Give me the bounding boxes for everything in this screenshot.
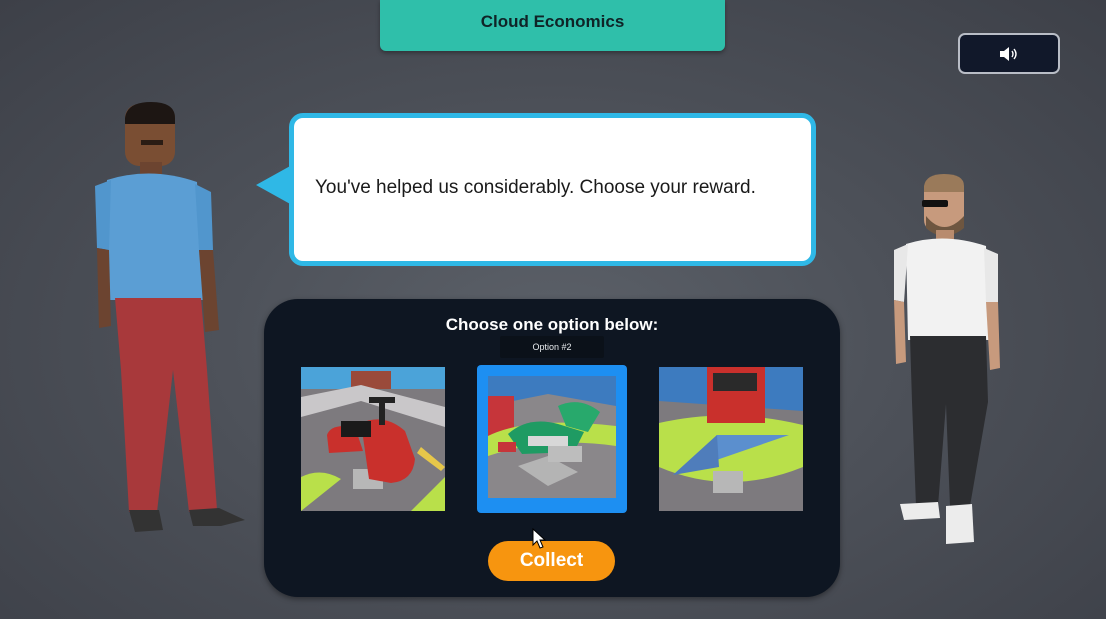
reward-option-2[interactable]	[477, 365, 627, 513]
speech-box: You've helped us considerably. Choose yo…	[289, 113, 816, 266]
title-tab: Cloud Economics	[380, 0, 725, 51]
sound-button[interactable]	[958, 33, 1060, 74]
speech-tail	[256, 165, 292, 205]
red-scooter-image	[301, 367, 445, 511]
blue-paper-plane-image	[659, 367, 803, 511]
page-title: Cloud Economics	[480, 11, 625, 31]
reward-option-1[interactable]	[301, 367, 445, 511]
reward-panel: Choose one option below: Option #2 Colle…	[264, 299, 840, 597]
collect-button[interactable]: Collect	[488, 541, 615, 581]
reward-option-3[interactable]	[659, 367, 803, 511]
left-character	[95, 102, 245, 532]
speaker-icon	[1000, 46, 1017, 61]
mouse-cursor-icon	[532, 528, 546, 549]
panel-heading: Choose one option below:	[445, 315, 659, 334]
dialog-text: You've helped us considerably. Choose yo…	[315, 176, 756, 198]
right-character	[894, 174, 1000, 544]
green-motorcycle-image	[488, 376, 616, 498]
option-tooltip: Option #2	[500, 336, 604, 358]
speech-bubble: You've helped us considerably. Choose yo…	[256, 113, 816, 266]
